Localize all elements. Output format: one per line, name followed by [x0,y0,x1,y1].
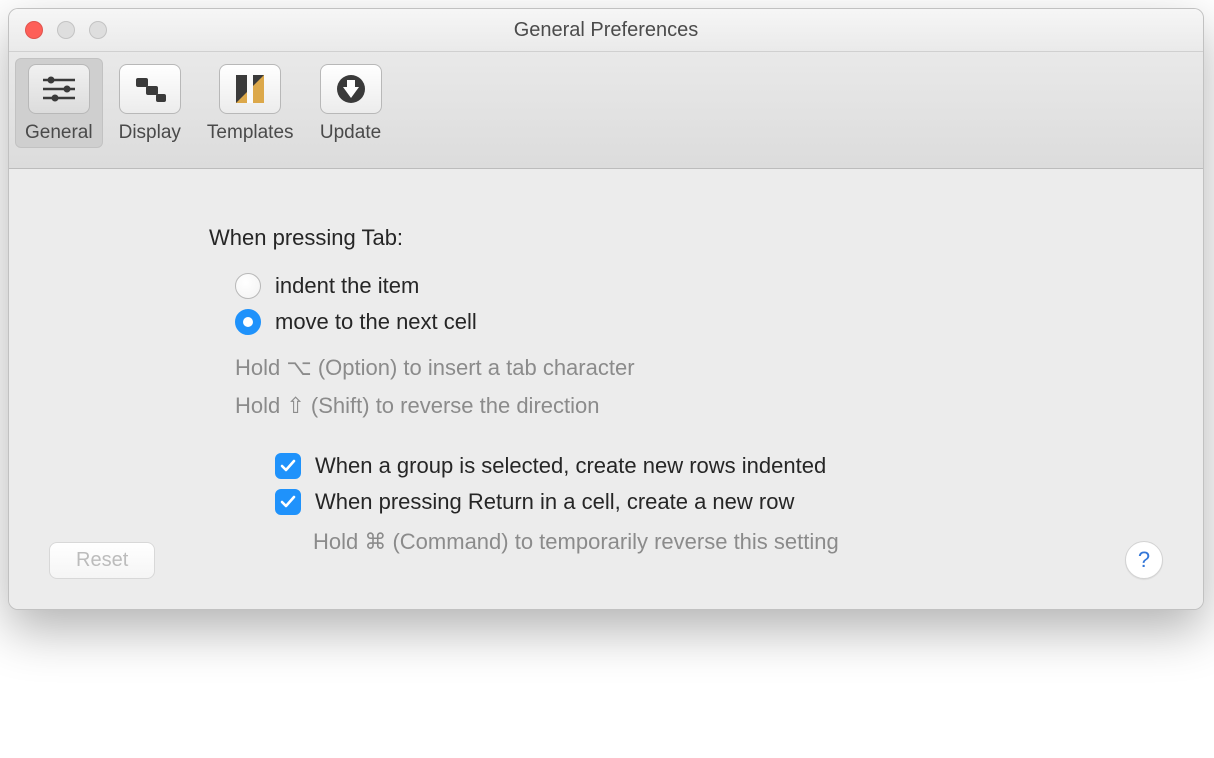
checkbox-icon [275,489,301,515]
tab-templates[interactable]: Templates [197,58,304,148]
sliders-icon [28,64,90,114]
zoom-window-button[interactable] [89,21,107,39]
checkbox-icon [275,453,301,479]
checkbox-return-new-row[interactable]: When pressing Return in a cell, create a… [275,489,1163,515]
checkbox-group-indent[interactable]: When a group is selected, create new row… [275,453,1163,479]
help-button[interactable]: ? [1125,541,1163,579]
hint-shift-key: Hold ⇧ (Shift) to reverse the direction [235,393,1163,419]
tab-label: General [25,122,93,144]
radio-indent-item[interactable]: indent the item [235,273,1163,299]
hint-option-key: Hold ⌥ (Option) to insert a tab characte… [235,355,1163,381]
template-icon [219,64,281,114]
tab-label: Update [320,122,381,144]
general-preferences-pane: When pressing Tab: indent the item move … [9,169,1203,609]
tab-behavior-heading: When pressing Tab: [209,225,1163,251]
radio-move-next-cell[interactable]: move to the next cell [235,309,1163,335]
radio-label: indent the item [275,273,419,299]
traffic-lights [25,21,107,39]
preferences-toolbar: General Display Templates [9,52,1203,169]
pane-footer: Reset ? [49,541,1163,579]
tab-update[interactable]: Update [310,58,392,148]
radio-button-icon [235,309,261,335]
minimize-window-button[interactable] [57,21,75,39]
stairs-icon [119,64,181,114]
reset-button[interactable]: Reset [49,542,155,579]
titlebar: General Preferences [9,9,1203,52]
window-title: General Preferences [9,19,1203,42]
download-icon [320,64,382,114]
tab-display[interactable]: Display [109,58,191,148]
checkbox-label: When a group is selected, create new row… [315,453,826,479]
preferences-window: General Preferences General [8,8,1204,610]
tab-label: Display [119,122,181,144]
radio-button-icon [235,273,261,299]
checkbox-label: When pressing Return in a cell, create a… [315,489,794,515]
close-window-button[interactable] [25,21,43,39]
radio-label: move to the next cell [275,309,477,335]
tab-label: Templates [207,122,294,144]
tab-general[interactable]: General [15,58,103,148]
